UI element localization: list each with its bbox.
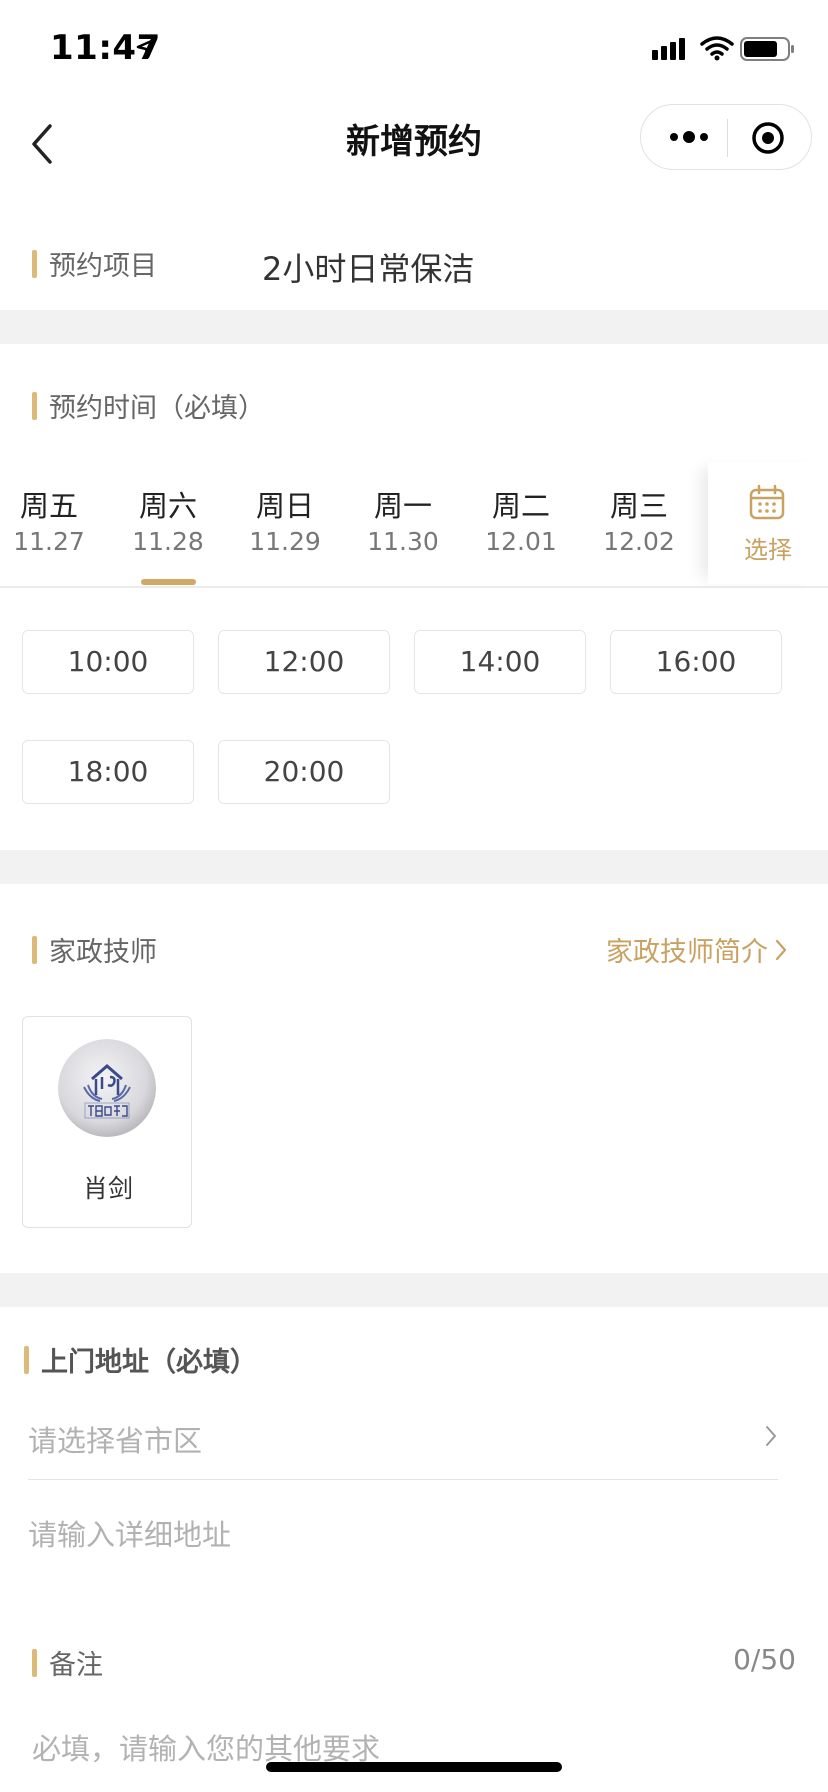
date-tab[interactable]: 周二 12.01 — [466, 488, 576, 560]
more-icon[interactable] — [667, 125, 711, 149]
pick-date-label: 选择 — [744, 536, 792, 564]
miniprogram-capsule — [640, 104, 812, 170]
time-label: 预约时间（必填） — [32, 386, 265, 425]
signal-icon — [652, 38, 685, 60]
date-tab-selected[interactable]: 周六 11.28 — [113, 488, 223, 560]
company-logo-icon — [58, 1039, 156, 1137]
time-slot[interactable]: 14:00 — [414, 630, 586, 694]
section-divider — [0, 310, 828, 344]
accent-bar — [32, 1648, 37, 1677]
date-tabs: 周五 11.27 周六 11.28 周日 11.29 周一 11.30 周二 1… — [0, 462, 828, 588]
section-divider — [0, 1273, 828, 1307]
date-tab[interactable]: 周三 12.02 — [584, 488, 694, 560]
section-divider — [0, 850, 828, 884]
close-miniprogram-icon[interactable] — [751, 121, 785, 155]
pick-date-button[interactable]: 选择 — [708, 462, 828, 584]
tech-name: 肖剑 — [82, 1174, 133, 1203]
date-tab[interactable]: 周一 11.30 — [348, 488, 458, 560]
location-arrow-icon — [136, 37, 158, 59]
project-value: 2小时日常保洁 — [262, 250, 475, 288]
chevron-right-icon — [775, 939, 787, 960]
remark-label: 备注 — [32, 1643, 103, 1682]
time-slot[interactable]: 18:00 — [22, 740, 194, 804]
accent-bar — [32, 391, 37, 420]
date-tab[interactable]: 周日 11.29 — [230, 488, 340, 560]
tech-card[interactable]: 肖剑 — [22, 1016, 192, 1228]
calendar-icon — [749, 484, 785, 520]
tech-intro-link[interactable]: 家政技师简介 — [606, 930, 788, 969]
wifi-icon — [700, 36, 734, 61]
date-tab[interactable]: 周五 11.27 — [0, 488, 104, 560]
accent-bar — [24, 1345, 29, 1374]
selected-tab-indicator — [141, 579, 196, 585]
accent-bar — [32, 935, 37, 964]
capsule-divider — [727, 119, 728, 157]
chevron-right-icon — [766, 1426, 776, 1446]
time-slot[interactable]: 20:00 — [218, 740, 390, 804]
project-label: 预约项目 — [32, 244, 157, 283]
region-picker[interactable]: 请选择省市区 — [28, 1410, 778, 1480]
time-slot[interactable]: 16:00 — [610, 630, 782, 694]
battery-icon — [740, 37, 794, 61]
time-slot[interactable]: 10:00 — [22, 630, 194, 694]
nav-bar: 新增预约 — [0, 96, 828, 196]
tech-avatar — [58, 1039, 156, 1137]
time-slot[interactable]: 12:00 — [218, 630, 390, 694]
home-indicator — [266, 1762, 562, 1772]
address-label: 上门地址（必填） — [24, 1340, 257, 1379]
address-detail-input[interactable]: 请输入详细地址 — [28, 1512, 231, 1554]
remark-char-count: 0/50 — [733, 1643, 796, 1676]
tech-label: 家政技师 — [32, 930, 157, 969]
status-bar: 11:47 — [0, 0, 828, 96]
region-placeholder: 请选择省市区 — [28, 1424, 203, 1458]
accent-bar — [32, 249, 37, 278]
